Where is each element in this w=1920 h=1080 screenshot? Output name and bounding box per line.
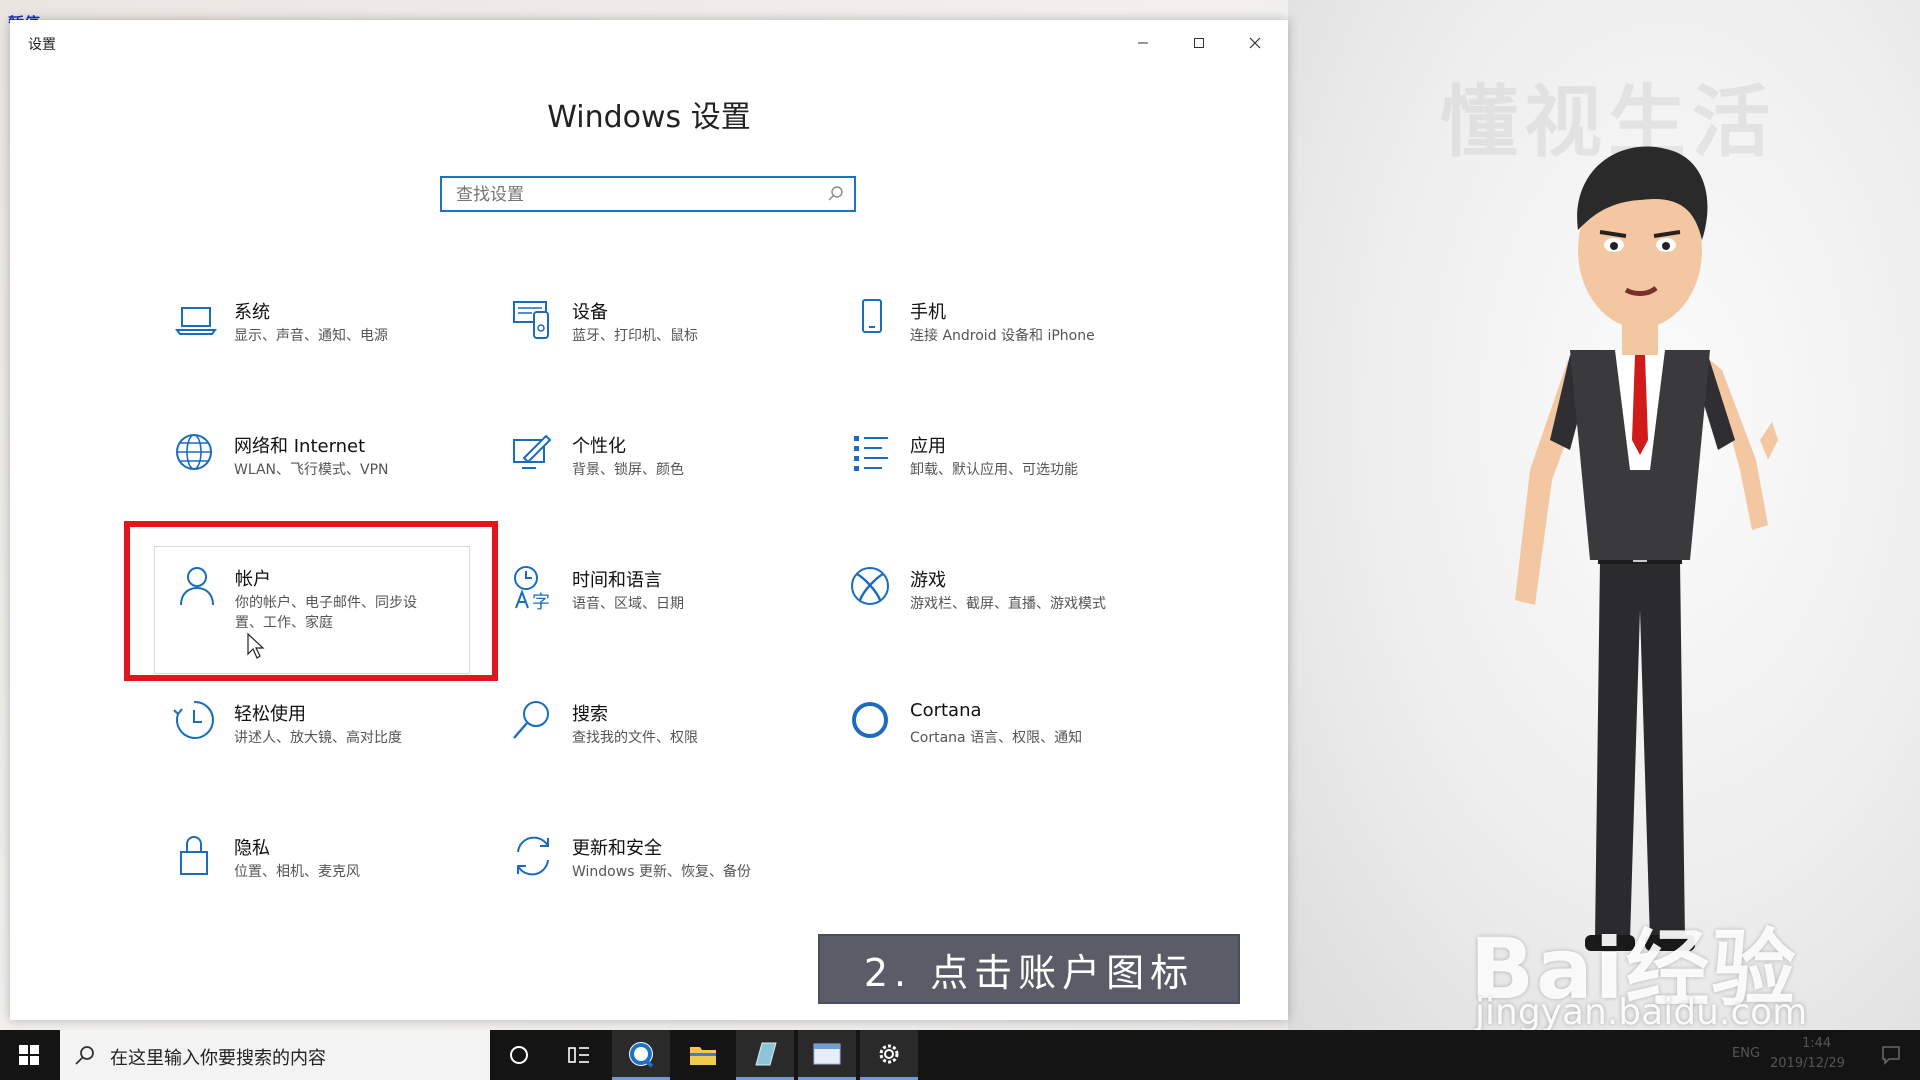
minimize-icon (1138, 42, 1148, 44)
page-title: Windows 设置 (547, 100, 751, 135)
cortana-button[interactable] (490, 1030, 548, 1080)
tile-desc: 连接 Android 设备和 iPhone (910, 328, 1095, 344)
tile-gaming[interactable]: 游戏 游戏栏、截屏、直播、游戏模式 (848, 564, 1168, 668)
start-button[interactable] (0, 1030, 58, 1080)
tile-name: 轻松使用 (234, 704, 306, 725)
tile-cortana[interactable]: Cortana Cortana 语言、权限、通知 (848, 698, 1168, 802)
windows-logo-icon (19, 1045, 39, 1065)
tile-name: 手机 (910, 302, 946, 323)
tile-desc: WLAN、飞行模式、VPN (234, 462, 389, 478)
tile-desc: 讲述人、放大镜、高对比度 (234, 730, 402, 746)
tile-desc: 卸载、默认应用、可选功能 (910, 462, 1078, 478)
devices-icon (513, 301, 549, 339)
presenter-character (1515, 146, 1778, 951)
minimize-button[interactable] (1120, 28, 1166, 58)
tile-name: 应用 (910, 436, 946, 457)
tile-desc: 游戏栏、截屏、直播、游戏模式 (910, 596, 1106, 612)
notification-icon (1882, 1046, 1900, 1065)
search-icon (75, 1046, 94, 1065)
taskbar: 在这里输入你要搜索的内容 ENG 1:44 2019/12/29 (0, 1030, 1920, 1080)
taskbar-search-box[interactable]: 在这里输入你要搜索的内容 (60, 1030, 490, 1080)
tile-personalization[interactable]: 个性化 背景、锁屏、颜色 (510, 430, 830, 534)
tile-name: 个性化 (572, 436, 626, 457)
cortana-ring-icon (852, 702, 888, 738)
tile-desc: 背景、锁屏、颜色 (572, 462, 684, 478)
notebook-app-icon (755, 1042, 777, 1065)
highlight-box (124, 521, 498, 681)
tile-search[interactable]: 搜索 查找我的文件、权限 (510, 698, 830, 802)
search-icon (828, 186, 843, 201)
tile-network[interactable]: 网络和 Internet WLAN、飞行模式、VPN (172, 430, 492, 534)
tray-clock[interactable]: 1:44 (1802, 1036, 1831, 1051)
phone-icon (862, 299, 882, 333)
tile-desc: 查找我的文件、权限 (572, 730, 698, 746)
tile-name: 更新和安全 (572, 838, 662, 859)
tile-name: 隐私 (234, 838, 270, 859)
tile-name: 时间和语言 (572, 570, 662, 591)
maximize-button[interactable] (1176, 28, 1222, 58)
search-icon (513, 701, 549, 739)
settings-search-box[interactable] (440, 176, 856, 212)
tile-desc: 蓝牙、打印机、鼠标 (572, 328, 698, 344)
tray-date[interactable]: 2019/12/29 (1770, 1056, 1845, 1071)
time-language-icon: 字 (514, 566, 550, 612)
close-icon (1249, 37, 1261, 49)
tile-time-language[interactable]: 字 时间和语言 语音、区域、日期 (510, 564, 830, 668)
ease-of-access-icon (173, 700, 214, 739)
taskbar-browser[interactable] (612, 1030, 670, 1080)
svg-text:字: 字 (532, 592, 550, 612)
taskbar-settings[interactable] (860, 1030, 918, 1080)
gear-icon (879, 1044, 899, 1063)
settings-window: 设置 Windows 设置 系统 显示、声音、通知、电源 (10, 20, 1288, 1020)
window-title: 设置 (28, 37, 56, 53)
taskbar-search-placeholder: 在这里输入你要搜索的内容 (110, 1048, 326, 1069)
lock-icon (180, 836, 208, 875)
browser-icon (629, 1041, 654, 1068)
globe-icon (176, 434, 212, 470)
tile-desc: Cortana 语言、权限、通知 (910, 730, 1083, 746)
taskbar-app-notes[interactable] (736, 1030, 794, 1080)
tile-name: 游戏 (910, 570, 946, 591)
cortana-circle-icon (510, 1046, 528, 1064)
tile-system[interactable]: 系统 显示、声音、通知、电源 (172, 296, 492, 400)
paint-icon (513, 434, 552, 469)
tile-desc: 显示、声音、通知、电源 (234, 328, 388, 344)
task-view-button[interactable] (550, 1030, 608, 1080)
tile-name: Cortana (910, 700, 982, 721)
action-center-button[interactable] (1862, 1030, 1920, 1080)
tile-name: 系统 (234, 302, 270, 323)
tile-ease-of-access[interactable]: 轻松使用 讲述人、放大镜、高对比度 (172, 698, 492, 802)
baidu-url-watermark: jingyan.baidu.com (1475, 992, 1808, 1033)
close-button[interactable] (1232, 28, 1278, 58)
apps-list-icon (854, 436, 888, 471)
taskbar-app-window[interactable] (798, 1030, 856, 1080)
title-bar: 设置 (10, 20, 1288, 66)
tile-devices[interactable]: 设备 蓝牙、打印机、鼠标 (510, 296, 830, 400)
laptop-icon (175, 307, 217, 335)
tile-name: 网络和 Internet (234, 436, 366, 457)
tile-privacy[interactable]: 隐私 位置、相机、麦克风 (172, 832, 492, 936)
tile-apps[interactable]: 应用 卸载、默认应用、可选功能 (848, 430, 1168, 534)
window-app-icon (813, 1043, 841, 1064)
tile-name: 设备 (572, 302, 608, 323)
search-input[interactable] (442, 178, 818, 212)
tile-desc: Windows 更新、恢复、备份 (572, 864, 751, 880)
sync-icon (517, 836, 549, 876)
maximize-icon (1194, 38, 1204, 48)
tile-desc: 位置、相机、麦克风 (234, 864, 360, 880)
tile-update-security[interactable]: 更新和安全 Windows 更新、恢复、备份 (510, 832, 830, 936)
xbox-icon (851, 567, 889, 605)
tile-name: 搜索 (572, 704, 608, 725)
task-view-icon (568, 1047, 589, 1063)
tray-language[interactable]: ENG (1732, 1046, 1760, 1061)
instruction-caption: 2. 点击账户图标 (818, 934, 1240, 1004)
tile-phone[interactable]: 手机 连接 Android 设备和 iPhone (848, 296, 1168, 400)
tile-desc: 语音、区域、日期 (572, 596, 684, 612)
folder-icon (690, 1047, 716, 1065)
taskbar-file-explorer[interactable] (674, 1030, 732, 1080)
